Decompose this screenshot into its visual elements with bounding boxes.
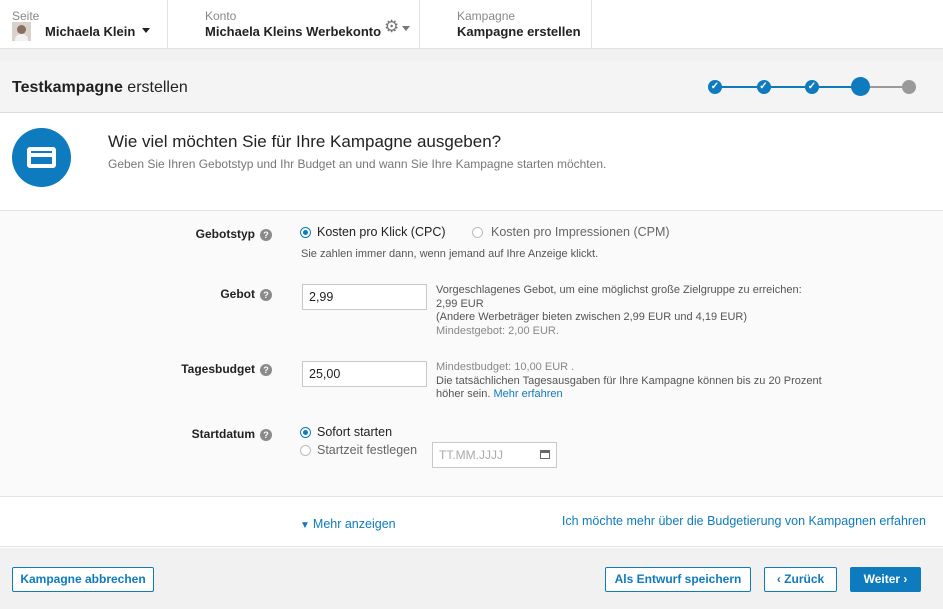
gear-icon[interactable]: ⚙	[384, 18, 399, 35]
campaign-value: Kampagne erstellen	[457, 24, 581, 39]
learn-more-link[interactable]: Mehr erfahren	[494, 388, 563, 400]
campaign-title-bar: Testkampagne erstellen ✓ ✓ ✓	[0, 61, 943, 113]
next-button[interactable]: Weiter ›	[850, 567, 921, 592]
radio-cpm-label[interactable]: Kosten pro Impressionen (CPM)	[491, 225, 670, 239]
daily-budget-hint: Mindestbudget: 10,00 EUR . Die tatsächli…	[436, 361, 822, 400]
step-pending	[902, 80, 916, 94]
page-selector-label: Seite	[12, 9, 40, 23]
help-icon[interactable]: ?	[260, 364, 272, 376]
step-complete-check-icon: ✓	[805, 80, 819, 94]
radio-cpc-label[interactable]: Kosten pro Klick (CPC)	[317, 225, 446, 239]
radio-start-now[interactable]	[300, 427, 311, 438]
bid-type-note: Sie zahlen immer dann, wenn jemand auf I…	[301, 248, 599, 260]
start-date-label: Startdatum?	[192, 427, 272, 441]
show-more-link[interactable]: ▼ Mehr anzeigen	[300, 517, 396, 531]
cancel-campaign-button[interactable]: Kampagne abbrechen	[12, 567, 154, 592]
daily-budget-label: Tagesbudget?	[181, 362, 272, 376]
separator-strip	[0, 49, 943, 61]
help-icon[interactable]: ?	[260, 289, 272, 301]
user-avatar	[12, 22, 31, 41]
page-selector[interactable]: Seite Michaela Klein	[0, 0, 168, 48]
bid-type-label: Gebotstyp?	[196, 227, 272, 241]
intro-heading: Wie viel möchten Sie für Ihre Kampagne a…	[108, 132, 502, 151]
budget-form: Gebotstyp? Kosten pro Klick (CPC) Kosten…	[0, 211, 943, 497]
budget-learn-more-link[interactable]: Ich möchte mehr über die Budgetierung vo…	[562, 514, 926, 528]
calendar-icon[interactable]	[540, 450, 550, 459]
step-current	[851, 77, 870, 96]
back-button[interactable]: ‹ Zurück	[764, 567, 837, 592]
progress-stepper: ✓ ✓ ✓	[706, 75, 921, 99]
gear-menu-chevron-icon	[402, 26, 410, 31]
account-value: Michaela Kleins Werbekonto	[205, 24, 382, 39]
help-icon[interactable]: ?	[260, 229, 272, 241]
daily-budget-input[interactable]: 25,00	[302, 361, 427, 387]
start-date-input[interactable]: TT.MM.JJJJ	[432, 442, 557, 468]
footer-actions: Kampagne abbrechen Als Entwurf speichern…	[0, 548, 943, 609]
radio-start-later-label[interactable]: Startzeit festlegen	[317, 443, 417, 457]
save-draft-button[interactable]: Als Entwurf speichern	[605, 567, 751, 592]
page-title: Testkampagne erstellen	[12, 79, 188, 96]
bid-input[interactable]: 2,99	[302, 284, 427, 310]
chevron-down-icon: ▼	[300, 520, 310, 531]
radio-start-later[interactable]	[300, 445, 311, 456]
page-selector-value: Michaela Klein	[45, 24, 136, 39]
campaign-label: Kampagne	[457, 9, 516, 23]
bid-label: Gebot?	[220, 287, 272, 301]
credit-card-icon	[12, 128, 71, 187]
chevron-down-icon	[142, 28, 150, 33]
radio-cpc[interactable]	[300, 227, 311, 238]
account-label: Konto	[205, 9, 237, 23]
account-selector[interactable]: Konto Michaela Kleins Werbekonto	[168, 0, 420, 48]
links-row: ▼ Mehr anzeigen Ich möchte mehr über die …	[0, 498, 943, 547]
step-complete-check-icon: ✓	[756, 80, 771, 94]
bid-hint: Vorgeschlagenes Gebot, um eine möglichst…	[436, 284, 802, 337]
top-breadcrumb-bar: Seite Michaela Klein Konto Michaela Klei…	[0, 0, 943, 49]
radio-start-now-label[interactable]: Sofort starten	[317, 425, 392, 439]
radio-cpm[interactable]	[472, 227, 483, 238]
campaign-breadcrumb: Kampagne Kampagne erstellen	[420, 0, 592, 48]
intro-section: Wie viel möchten Sie für Ihre Kampagne a…	[0, 114, 943, 211]
help-icon[interactable]: ?	[260, 429, 272, 441]
intro-subheading: Geben Sie Ihren Gebotstyp und Ihr Budget…	[108, 157, 607, 171]
step-complete-check-icon: ✓	[708, 80, 722, 94]
